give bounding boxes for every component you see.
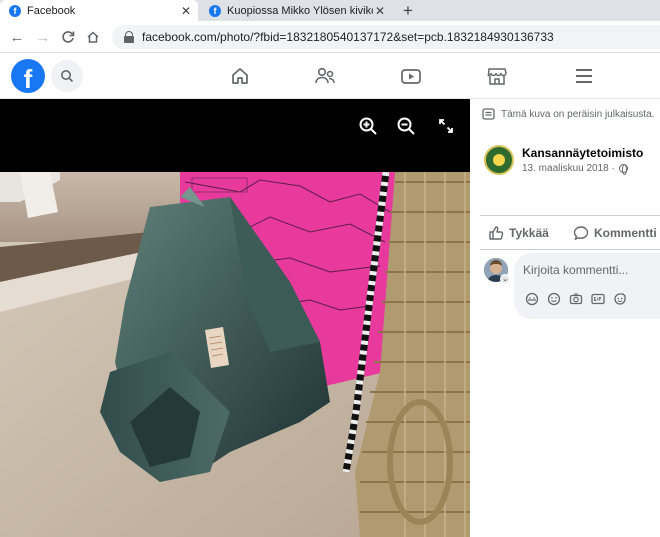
fullscreen-icon[interactable] xyxy=(435,115,457,137)
avatar-sticker-icon[interactable] xyxy=(524,291,540,307)
photo-viewer xyxy=(0,99,470,537)
chevron-down-icon[interactable]: ⌄ xyxy=(500,274,510,284)
friends-icon[interactable] xyxy=(313,64,337,88)
mineral-specimen-photo xyxy=(0,172,470,537)
comment-icon xyxy=(573,225,589,241)
facebook-favicon-icon: f xyxy=(209,4,221,17)
facebook-top-nav: f xyxy=(0,53,660,99)
lock-icon xyxy=(124,31,134,43)
post-icon xyxy=(482,108,495,120)
url-text: facebook.com/photo/?fbid=183218054013717… xyxy=(142,30,554,44)
globe-icon xyxy=(618,164,628,175)
close-icon[interactable]: ✕ xyxy=(179,4,193,18)
post-author: Kansannäytetoimisto 13. maaliskuu 2018 · xyxy=(484,145,643,175)
address-bar[interactable]: facebook.com/photo/?fbid=183218054013717… xyxy=(112,25,660,49)
zoom-in-icon[interactable] xyxy=(357,115,379,137)
tab-title: Kuopiossa Mikko Ylösen kivikokoelma xyxy=(227,4,373,17)
post-date-text: 13. maaliskuu 2018 · xyxy=(522,163,615,174)
marketplace-icon[interactable] xyxy=(485,64,509,88)
post-side-panel: Tämä kuva on peräisin julkaisusta. Kansa… xyxy=(470,99,660,495)
search-icon[interactable] xyxy=(51,60,83,92)
browser-toolbar: ← → facebook.com/photo/?fbid=18321805401… xyxy=(0,21,660,53)
emoji-icon[interactable] xyxy=(546,291,562,307)
camera-icon[interactable] xyxy=(568,291,584,307)
comment-button[interactable]: Kommentti xyxy=(573,225,657,241)
facebook-favicon-icon: f xyxy=(9,4,21,17)
tab-facebook[interactable]: f Facebook ✕ xyxy=(0,0,198,21)
author-name[interactable]: Kansannäytetoimisto xyxy=(522,146,643,160)
post-notice-text: Tämä kuva on peräisin julkaisusta. xyxy=(501,108,655,120)
comment-tools xyxy=(524,291,628,307)
menu-icon[interactable] xyxy=(572,64,596,88)
comment-label: Kommentti xyxy=(594,226,657,240)
forward-arrow-icon[interactable]: → xyxy=(34,28,52,46)
home-icon[interactable] xyxy=(228,64,252,88)
zoom-out-icon[interactable] xyxy=(395,115,417,137)
new-tab-button[interactable]: + xyxy=(398,1,418,21)
comment-placeholder: Kirjoita kommentti... xyxy=(523,263,629,277)
sticker-icon[interactable] xyxy=(612,291,628,307)
tab-kivikokoelma[interactable]: f Kuopiossa Mikko Ylösen kivikokoelma ✕ xyxy=(200,0,392,21)
tab-title: Facebook xyxy=(27,4,76,17)
comment-input[interactable]: Kirjoita kommentti... xyxy=(514,253,660,319)
thumbs-up-icon xyxy=(488,225,504,241)
divider xyxy=(480,215,660,216)
back-arrow-icon[interactable]: ← xyxy=(8,28,26,46)
like-button[interactable]: Tykkää xyxy=(488,225,549,241)
like-label: Tykkää xyxy=(509,226,549,240)
divider xyxy=(480,249,660,250)
browser-tab-strip: f Facebook ✕ f Kuopiossa Mikko Ylösen ki… xyxy=(0,0,660,21)
page-avatar[interactable] xyxy=(484,145,514,175)
watch-icon[interactable] xyxy=(399,64,423,88)
post-actions: Tykkää Kommentti xyxy=(470,220,660,246)
post-date[interactable]: 13. maaliskuu 2018 · xyxy=(522,163,643,175)
post-notice[interactable]: Tämä kuva on peräisin julkaisusta. xyxy=(482,108,654,120)
close-icon[interactable]: ✕ xyxy=(373,4,387,18)
facebook-logo-icon[interactable]: f xyxy=(11,59,45,93)
gif-icon[interactable] xyxy=(590,291,606,307)
home-icon[interactable] xyxy=(84,28,102,46)
reload-icon[interactable] xyxy=(59,28,77,46)
